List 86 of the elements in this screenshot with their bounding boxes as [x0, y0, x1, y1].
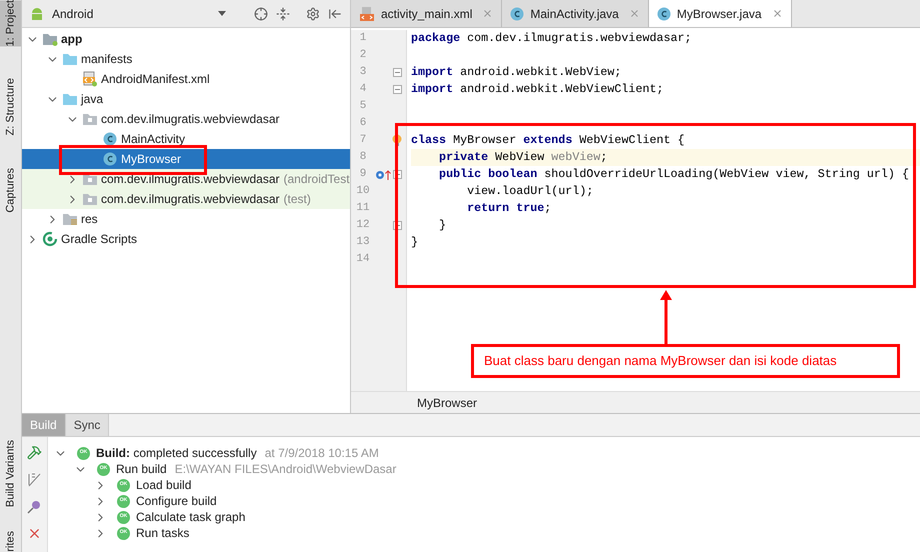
class-icon: [103, 132, 117, 146]
code-line: import android.webkit.WebViewClient;: [411, 80, 664, 98]
side-tool-tab[interactable]: Z: Structure: [0, 78, 21, 136]
tool-tab[interactable]: Sync: [66, 414, 110, 436]
build-step[interactable]: Run build: [116, 460, 167, 478]
close-icon[interactable]: [27, 526, 42, 541]
code-line: return true;: [466, 200, 552, 217]
side-tool-tab[interactable]: Build Variants: [0, 440, 21, 508]
build-step[interactable]: Build: completed successfully: [96, 444, 257, 462]
code-line: class MyBrowser extends WebViewClient {: [411, 132, 685, 149]
side-tool-tab[interactable]: rites: [0, 531, 21, 552]
side-tool-tab[interactable]: 1: Project: [0, 0, 21, 46]
locate-icon[interactable]: [254, 6, 268, 20]
class-icon: [656, 6, 671, 20]
tree-item[interactable]: MyBrowser: [22, 149, 350, 169]
line-number: 1: [358, 31, 368, 46]
close-icon[interactable]: [772, 8, 783, 19]
line-number: 8: [358, 150, 368, 166]
pin-icon[interactable]: [27, 499, 42, 514]
class-icon: [510, 6, 524, 20]
text-format-icon[interactable]: [27, 472, 42, 487]
tree-item[interactable]: com.dev.ilmugratis.webviewdasar (test): [22, 189, 350, 209]
resource-folder-icon: [62, 212, 78, 226]
line-number: 6: [358, 116, 368, 132]
tree-item[interactable]: app: [22, 29, 350, 49]
line-number: 7: [358, 133, 368, 148]
build-detail: E:\WAYAN FILES\Android\WebviewDasar: [174, 461, 396, 478]
breadcrumb[interactable]: MyBrowser: [417, 394, 478, 412]
tree-item[interactable]: MainActivity: [22, 129, 350, 149]
code-line: package com.dev.ilmugratis.webviewdasar;: [411, 30, 692, 47]
build-step[interactable]: Calculate task graph: [136, 508, 246, 526]
hammer-icon[interactable]: [27, 445, 42, 460]
fold-marker-icon[interactable]: [393, 68, 402, 77]
package-folder-icon: [82, 172, 98, 186]
source-set-label: (androidTest: [284, 171, 350, 188]
lightbulb-icon[interactable]: [392, 134, 402, 147]
line-number: 11: [355, 201, 371, 216]
fold-marker-icon[interactable]: [393, 85, 402, 94]
code-line: public boolean shouldOverrideUrlLoading(WebView view, String url) {: [438, 166, 909, 183]
annotation-callout: Buat class baru dengan nama MyBrowser dan isi kode diatas: [471, 344, 900, 378]
build-step[interactable]: Load build: [136, 476, 192, 494]
android-icon: [30, 6, 44, 20]
gradle-icon: [42, 231, 58, 247]
folder-icon: [62, 92, 78, 106]
override-marker-icon[interactable]: [375, 168, 391, 180]
line-number: 13: [355, 235, 371, 250]
manifest-file-icon: [82, 71, 98, 87]
line-number: 2: [358, 48, 368, 64]
collapse-all-icon[interactable]: [276, 6, 290, 20]
line-number: 12: [355, 218, 371, 234]
build-detail: at 7/9/2018 10:15 AM: [264, 445, 379, 462]
editor-tab[interactable]: activity_main.xml: [351, 0, 502, 27]
line-number: 9: [358, 167, 368, 182]
line-number: 4: [358, 82, 368, 98]
code-line: }: [438, 216, 446, 234]
code-line: private WebView webView;: [438, 148, 608, 166]
editor-tab[interactable]: MyBrowser.java: [648, 0, 792, 27]
folder-icon: [62, 52, 78, 66]
build-step[interactable]: Run tasks: [136, 524, 190, 542]
package-folder-icon: [82, 112, 98, 126]
hide-panel-icon[interactable]: [328, 6, 342, 20]
xml-file-icon: [359, 6, 375, 22]
code-line: import android.webkit.WebView;: [411, 64, 622, 81]
tree-item[interactable]: Gradle Scripts: [22, 229, 350, 249]
arrow: [660, 290, 672, 344]
line-number: 3: [358, 65, 368, 80]
settings-icon[interactable]: [306, 6, 320, 20]
line-number: 5: [358, 99, 368, 114]
tree-item[interactable]: com.dev.ilmugratis.webviewdasar (androidTest: [22, 169, 350, 189]
tree-item[interactable]: AndroidManifest.xml: [22, 69, 350, 89]
module-folder-icon: [42, 32, 58, 46]
tree-item[interactable]: manifests: [22, 49, 350, 69]
editor-tab[interactable]: MainActivity.java: [502, 0, 649, 27]
build-step[interactable]: Configure build: [136, 492, 217, 510]
code-line: }: [411, 234, 418, 251]
class-icon: [103, 152, 117, 166]
line-number: 10: [355, 184, 371, 200]
tree-item[interactable]: com.dev.ilmugratis.webviewdasar: [22, 109, 350, 129]
line-number: 14: [355, 252, 371, 268]
dropdown-caret-icon[interactable]: [218, 11, 226, 16]
tree-item[interactable]: java: [22, 89, 350, 109]
code-line: view.loadUrl(url);: [466, 182, 594, 200]
side-tool-tab[interactable]: Captures: [0, 168, 21, 213]
tree-item[interactable]: res: [22, 209, 350, 229]
source-set-label: (test): [284, 191, 311, 208]
package-folder-icon: [82, 192, 98, 206]
